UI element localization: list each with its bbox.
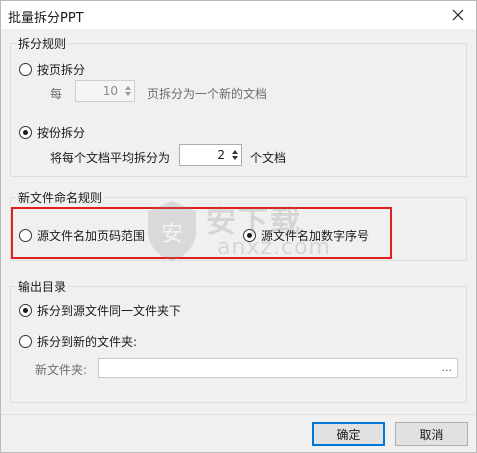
radio-split-by-part-label: 按份拆分 xyxy=(37,125,86,140)
pages-per-file-value: 10 xyxy=(102,84,118,98)
cancel-button[interactable]: 取消 xyxy=(395,422,468,446)
radio-circle xyxy=(19,62,32,76)
chevron-up-icon xyxy=(232,150,238,154)
close-button[interactable] xyxy=(440,1,476,29)
title-bar: 批量拆分PPT xyxy=(1,1,476,29)
per-page-prefix: 每 xyxy=(50,87,63,101)
radio-dot xyxy=(23,129,28,135)
window-title: 批量拆分PPT xyxy=(8,11,84,26)
split-rule-legend: 拆分规则 xyxy=(16,35,69,52)
radio-circle xyxy=(19,334,32,348)
new-folder-label: 新文件夹: xyxy=(35,363,88,377)
new-folder-input[interactable]: ... xyxy=(98,358,458,378)
pages-per-file-stepper[interactable]: 10 xyxy=(75,80,135,102)
radio-dot xyxy=(23,307,28,313)
output-legend: 输出目录 xyxy=(16,278,69,295)
per-part-suffix: 个文档 xyxy=(250,151,287,165)
radio-circle xyxy=(19,125,32,139)
radio-output-new-folder-label: 拆分到新的文件夹: xyxy=(37,334,138,349)
browse-button[interactable]: ... xyxy=(442,361,453,374)
highlight-box xyxy=(11,207,392,259)
chevron-down-icon xyxy=(125,92,131,96)
radio-split-by-page-label: 按页拆分 xyxy=(37,62,86,77)
radio-split-by-part[interactable]: 按份拆分 xyxy=(19,123,85,141)
parts-count-value: 2 xyxy=(217,148,225,162)
chevron-up-icon xyxy=(125,86,131,90)
radio-output-same-folder[interactable]: 拆分到源文件同一文件夹下 xyxy=(19,301,181,319)
radio-split-by-page[interactable]: 按页拆分 xyxy=(19,60,85,78)
per-page-suffix: 页拆分为一个新的文档 xyxy=(147,87,268,101)
radio-circle xyxy=(19,303,32,317)
close-icon xyxy=(452,9,464,21)
radio-output-same-folder-label: 拆分到源文件同一文件夹下 xyxy=(37,303,182,318)
stepper-arrows[interactable] xyxy=(229,145,241,165)
parts-count-stepper[interactable]: 2 xyxy=(179,144,242,166)
footer-separator xyxy=(1,414,476,415)
chevron-down-icon xyxy=(232,156,238,160)
radio-output-new-folder[interactable]: 拆分到新的文件夹: xyxy=(19,332,137,350)
stepper-arrows[interactable] xyxy=(122,81,134,101)
split-ppt-dialog: 批量拆分PPT 拆分规则 按页拆分 每 10 页拆分为一个新的文档 按份拆分 将… xyxy=(0,0,477,453)
naming-rule-legend: 新文件命名规则 xyxy=(16,189,105,206)
ok-button[interactable]: 确定 xyxy=(312,422,385,446)
per-part-prefix: 将每个文档平均拆分为 xyxy=(50,151,171,165)
